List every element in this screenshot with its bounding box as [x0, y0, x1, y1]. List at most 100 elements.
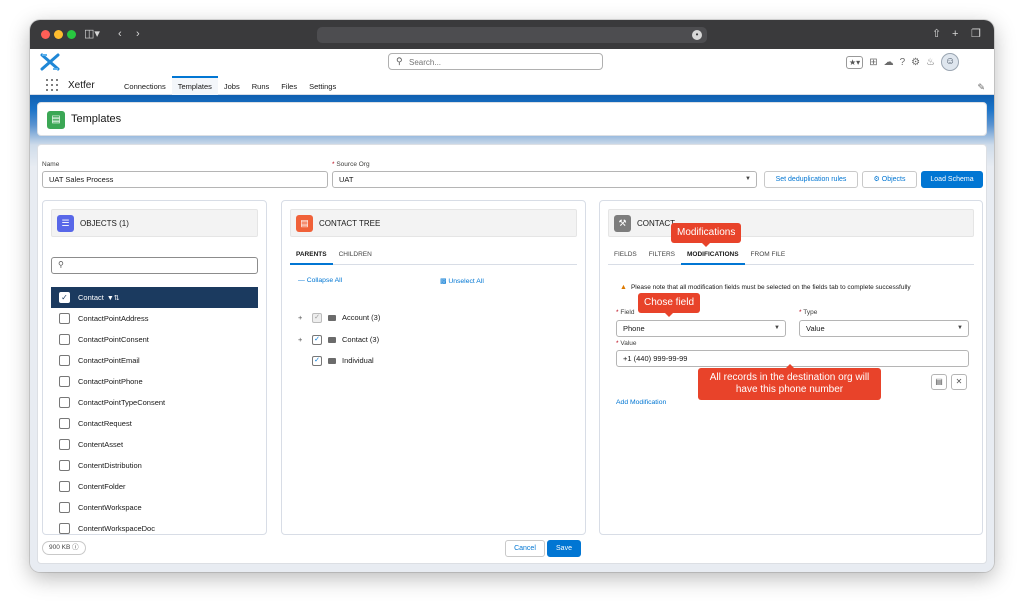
- templates-icon: ▤: [47, 111, 65, 129]
- contact-tree-title: CONTACT TREE: [319, 219, 381, 228]
- tab-from-file[interactable]: FROM FILE: [745, 247, 792, 265]
- forward-icon[interactable]: ›: [136, 27, 140, 41]
- setup-gear-icon[interactable]: ⚙: [911, 57, 920, 68]
- tree-row-account[interactable]: + ✓ Account (3): [298, 310, 380, 326]
- object-item[interactable]: ContactPointPhone: [51, 371, 258, 392]
- help-icon[interactable]: ?: [900, 57, 906, 68]
- nav-tab-connections[interactable]: Connections: [118, 76, 172, 95]
- new-tab-icon[interactable]: +: [952, 27, 958, 41]
- address-bar[interactable]: •: [317, 27, 707, 43]
- collapse-all-link[interactable]: — Collapse All: [298, 277, 342, 284]
- tab-fields[interactable]: FIELDS: [608, 247, 643, 265]
- share-icon[interactable]: ⇧: [932, 27, 941, 41]
- nav-tab-templates[interactable]: Templates: [171, 76, 218, 95]
- global-create-icon[interactable]: ⊞: [869, 57, 877, 68]
- object-item[interactable]: ContentWorkspaceDoc: [51, 518, 258, 534]
- notifications-bell-icon[interactable]: ♨: [926, 57, 935, 68]
- nav-tab-runs[interactable]: Runs: [246, 76, 276, 95]
- trailhead-icon[interactable]: ☁: [884, 57, 894, 68]
- object-item[interactable]: ContentDistribution: [51, 455, 258, 476]
- object-checkbox[interactable]: [59, 460, 70, 471]
- set-deduplication-rules-button[interactable]: Set deduplication rules: [764, 171, 858, 188]
- object-checkbox[interactable]: [59, 397, 70, 408]
- global-search[interactable]: ⚲: [388, 53, 603, 70]
- object-checkbox[interactable]: [59, 376, 70, 387]
- object-checkbox[interactable]: [59, 418, 70, 429]
- add-modification-link[interactable]: Add Modification: [616, 399, 666, 406]
- object-checkbox[interactable]: [59, 502, 70, 513]
- objects-panel-title: OBJECTS (1): [80, 219, 129, 228]
- tab-filters[interactable]: FILTERS: [643, 247, 681, 265]
- tree-row-individual[interactable]: ✓ Individual: [298, 353, 374, 369]
- field-select[interactable]: Phone ▼: [616, 320, 786, 337]
- objects-button[interactable]: ⚙ Objects: [862, 171, 917, 188]
- close-icon[interactable]: ✕: [951, 374, 967, 390]
- type-select[interactable]: Value ▼: [799, 320, 969, 337]
- tab-children[interactable]: CHILDREN: [333, 247, 378, 265]
- object-checkbox[interactable]: [59, 355, 70, 366]
- nav-tab-settings[interactable]: Settings: [303, 76, 342, 95]
- objects-panel-header: ☰ OBJECTS (1): [51, 209, 258, 237]
- header-utility-icons: ★▾ ⊞ ☁ ? ⚙ ♨ ☺: [846, 53, 960, 71]
- nav-tab-jobs[interactable]: Jobs: [218, 76, 246, 95]
- tab-modifications[interactable]: MODIFICATIONS: [681, 247, 745, 265]
- expand-icon[interactable]: +: [298, 332, 308, 348]
- object-checkbox[interactable]: [59, 313, 70, 324]
- object-item[interactable]: ContactPointAddress: [51, 308, 258, 329]
- sidebar-toggle-icon[interactable]: ◫▾: [84, 27, 100, 41]
- page-title: Templates: [71, 113, 122, 125]
- app-header: ⚲ ★▾ ⊞ ☁ ? ⚙ ♨ ☺ Xetfer Connections Temp…: [30, 49, 994, 95]
- folder-icon: [328, 337, 336, 344]
- tree-checkbox[interactable]: ✓: [312, 335, 322, 346]
- close-window-button[interactable]: [41, 30, 50, 39]
- object-checkbox[interactable]: [59, 481, 70, 492]
- cancel-button[interactable]: Cancel: [505, 540, 545, 557]
- tree-checkbox[interactable]: ✓: [312, 313, 322, 324]
- name-input[interactable]: UAT Sales Process: [42, 171, 328, 188]
- tree-row-contact[interactable]: + ✓ Contact (3): [298, 332, 379, 348]
- object-item[interactable]: ContentFolder: [51, 476, 258, 497]
- load-schema-button[interactable]: Load Schema: [921, 171, 983, 188]
- nav-tab-files[interactable]: Files: [275, 76, 303, 95]
- chevron-down-icon: ▼: [745, 176, 751, 182]
- reader-icon[interactable]: •: [692, 30, 702, 40]
- objects-search-input[interactable]: ⚲: [51, 257, 258, 274]
- object-checkbox[interactable]: [59, 439, 70, 450]
- object-checkbox[interactable]: [59, 334, 70, 345]
- tab-overview-icon[interactable]: ❐: [971, 27, 981, 41]
- page-header: ▤ Templates: [37, 102, 987, 136]
- tree-icon: ▤: [296, 215, 313, 232]
- source-org-label: * Source Org: [332, 161, 370, 168]
- object-item-contact[interactable]: ✓ Contact ▼⇅: [51, 287, 258, 308]
- chevron-down-icon: ▼: [774, 325, 780, 331]
- edit-nav-pencil-icon[interactable]: ✎: [977, 82, 985, 93]
- object-item[interactable]: ContactRequest: [51, 413, 258, 434]
- object-item[interactable]: ContentWorkspace: [51, 497, 258, 518]
- callout-destination-note: All records in the destination org will …: [698, 364, 881, 400]
- back-icon[interactable]: ‹: [118, 27, 122, 41]
- app-launcher-icon[interactable]: [46, 79, 58, 91]
- save-button[interactable]: Save: [547, 540, 581, 557]
- tree-checkbox[interactable]: ✓: [312, 356, 322, 367]
- user-avatar[interactable]: ☺: [941, 53, 960, 71]
- object-item[interactable]: ContactPointConsent: [51, 329, 258, 350]
- search-icon: ⚲: [396, 56, 403, 66]
- unselect-all-link[interactable]: ▩ Unselect All: [440, 277, 484, 285]
- source-org-select[interactable]: UAT ▼: [332, 171, 757, 188]
- object-item[interactable]: ContentAsset: [51, 434, 258, 455]
- contact-tree-panel: ▤ CONTACT TREE PARENTS CHILDREN — Collap…: [281, 200, 586, 535]
- search-input[interactable]: [409, 56, 594, 68]
- save-row-icon[interactable]: ▤: [931, 374, 947, 390]
- zoom-window-button[interactable]: [67, 30, 76, 39]
- modification-warning: ▲ Please note that all modification field…: [620, 284, 911, 291]
- minimize-window-button[interactable]: [54, 30, 63, 39]
- favorites-icon[interactable]: ★▾: [846, 55, 864, 69]
- search-icon: ⚲: [58, 260, 64, 269]
- object-item[interactable]: ContactPointEmail: [51, 350, 258, 371]
- tab-parents[interactable]: PARENTS: [290, 247, 333, 265]
- expand-icon[interactable]: +: [298, 310, 308, 326]
- chevron-down-icon: ▼: [957, 325, 963, 331]
- object-item[interactable]: ContactPointTypeConsent: [51, 392, 258, 413]
- object-checkbox[interactable]: ✓: [59, 292, 70, 303]
- object-checkbox[interactable]: [59, 523, 70, 534]
